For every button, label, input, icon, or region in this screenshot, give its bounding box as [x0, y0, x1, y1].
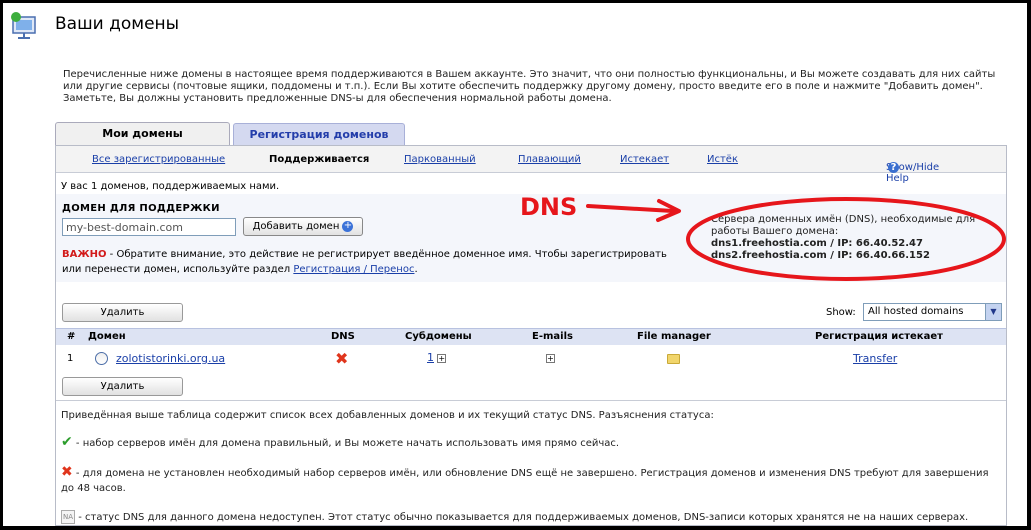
domains-panel: Мои домены Регистрация доменов Все зарег… — [55, 122, 1007, 526]
tab-my-domains[interactable]: Мои домены — [55, 122, 230, 145]
header-emails: E-mails — [532, 331, 573, 342]
dns-server-1: dns1.freehostia.com / IP: 66.40.52.47 — [711, 238, 923, 249]
add-icon: + — [342, 219, 354, 232]
legend-ok-text: - набор серверов имён для домена правиль… — [72, 438, 620, 449]
domains-icon — [11, 12, 36, 39]
add-email-icon[interactable]: + — [546, 354, 555, 363]
intro-text: Перечисленные ниже домены в настоящее вр… — [63, 69, 996, 104]
warning-message: - Обратите внимание, это действие не рег… — [106, 249, 667, 260]
table-header: # Домен DNS Субдомены E-mails File manag… — [56, 328, 1006, 345]
header-expires: Регистрация истекает — [815, 331, 943, 342]
subdomains-count-link[interactable]: 1 — [427, 351, 434, 364]
transfer-link[interactable]: Transfer — [853, 352, 897, 365]
warning-label: ВАЖНО — [62, 249, 107, 260]
add-domain-label: ДОМЕН ДЛЯ ПОДДЕРЖКИ — [62, 203, 220, 214]
table-row: 1 zolotistorinki.org.ua ✖ 1 + + Transfer — [56, 345, 1006, 372]
header-subdomains: Субдомены — [405, 331, 472, 342]
page-title: Ваши домены — [55, 14, 180, 34]
legend-ok: ✔ - набор серверов имён для домена прави… — [61, 435, 991, 451]
add-domain-button[interactable]: Добавить домен + — [243, 217, 363, 236]
legend-na-text: - статус DNS для данного домена недоступ… — [75, 512, 969, 523]
header-num: # — [67, 331, 76, 342]
filter-parked[interactable]: Паркованный — [404, 154, 476, 165]
header-file-manager: File manager — [637, 331, 711, 342]
folder-icon[interactable] — [667, 354, 680, 364]
domain-count: У вас 1 доменов, поддерживаемых нами. — [61, 181, 280, 192]
legend-bad-text: - для домена не установлен необходимый н… — [61, 468, 989, 494]
subdomains-cell: 1 + — [427, 351, 447, 364]
legend-na: NA - статус DNS для данного домена недос… — [61, 510, 991, 525]
dns-server-2: dns2.freehostia.com / IP: 66.40.66.152 — [711, 250, 930, 261]
registration-transfer-link[interactable]: Регистрация / Перенос — [293, 264, 414, 275]
show-filter-value[interactable]: All hosted domains — [868, 306, 964, 317]
legend-bad: ✖ - для домена не установлен необходимый… — [61, 465, 991, 496]
warning-message-2: или перенести домен, используйте раздел — [62, 264, 294, 275]
status-filter-nav: Все зарегистрированные Поддерживается Па… — [56, 146, 1006, 184]
delete-button-top[interactable]: Удалить — [62, 303, 183, 322]
annotation-dns-label: DNS — [520, 193, 578, 221]
divider — [56, 400, 1006, 401]
legend-intro: Приведённая выше таблица содержит список… — [61, 410, 714, 421]
window-frame: Ваши домены Перечисленные ниже домены в … — [0, 0, 1031, 530]
filter-expiring[interactable]: Истекает — [620, 154, 669, 165]
header-domain: Домен — [88, 331, 126, 342]
filter-floating[interactable]: Плавающий — [518, 154, 581, 165]
show-label: Show: — [826, 307, 856, 318]
tab-domain-registration[interactable]: Регистрация доменов — [233, 123, 405, 146]
add-domain-button-label[interactable]: Добавить домен — [253, 221, 340, 232]
dns-error-icon: ✖ — [335, 349, 349, 368]
delete-button-bottom[interactable]: Удалить — [62, 377, 183, 396]
row-select-radio[interactable] — [95, 352, 108, 365]
warning-end: . — [414, 264, 418, 275]
x-icon: ✖ — [61, 464, 73, 480]
add-subdomain-icon[interactable]: + — [437, 353, 447, 363]
check-icon: ✔ — [61, 434, 73, 450]
filter-all-registered[interactable]: Все зарегистрированные — [92, 154, 225, 165]
dns-info: Сервера доменных имён (DNS), необходимые… — [711, 214, 1001, 262]
help-icon[interactable]: ? — [888, 162, 899, 173]
domain-link[interactable]: zolotistorinki.org.ua — [116, 352, 225, 365]
show-filter-select[interactable]: All hosted domains ▼ — [863, 303, 1002, 321]
header-dns: DNS — [331, 331, 355, 342]
filter-expired[interactable]: Истёк — [707, 154, 738, 165]
filter-hosted[interactable]: Поддерживается — [269, 154, 369, 165]
chevron-down-icon[interactable]: ▼ — [985, 304, 1001, 320]
row-number: 1 — [67, 353, 74, 364]
dns-info-text: Сервера доменных имён (DNS), необходимые… — [711, 214, 976, 237]
warning-text: ВАЖНО - Обратите внимание, это действие … — [62, 247, 702, 277]
domain-input[interactable] — [62, 218, 236, 236]
na-icon: NA — [61, 510, 76, 524]
